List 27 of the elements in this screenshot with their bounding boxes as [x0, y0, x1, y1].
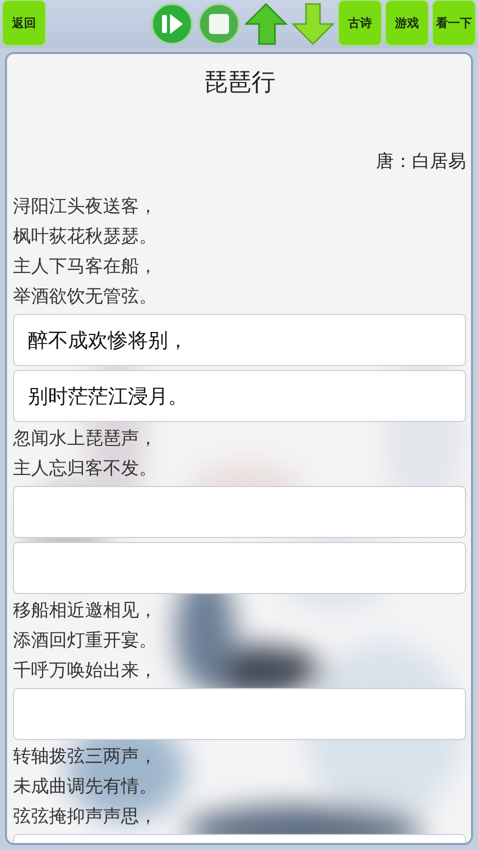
poem-line: 举酒欲饮无管弦。 — [13, 285, 157, 309]
nav-button[interactable]: 游戏 — [385, 0, 429, 46]
answer-field[interactable] — [13, 688, 466, 740]
poem-line: 浔阳江头夜送客， — [13, 195, 157, 219]
answer-field[interactable] — [13, 542, 466, 594]
answer-field[interactable]: 别时茫茫江浸月。 — [13, 370, 466, 422]
poem-line: 移船相近邀相见， — [13, 599, 157, 623]
poem-line: 千呼万唤始出来， — [13, 659, 157, 683]
poem-line: 忽闻水上琵琶声， — [13, 427, 157, 451]
answer-field[interactable] — [13, 486, 466, 538]
poem-line: 主人下马客在船， — [13, 255, 157, 279]
poem-line: 枫叶荻花秋瑟瑟。 — [13, 225, 157, 249]
poem-line: 未成曲调先有情。 — [13, 775, 157, 799]
stop-icon[interactable] — [197, 2, 241, 46]
answer-field[interactable]: 醉不成欢惨将别， — [13, 314, 466, 366]
nav-button[interactable]: 看一下 — [432, 0, 476, 46]
back-button[interactable]: 返回 — [2, 0, 46, 46]
poem-line: 弦弦掩抑声声思， — [13, 805, 157, 829]
poem-author: 唐：白居易 — [375, 150, 466, 174]
nav-button[interactable]: 古诗 — [338, 0, 382, 46]
play-icon[interactable] — [150, 2, 194, 46]
poem-line: 主人忘归客不发。 — [13, 457, 157, 481]
poem-title: 琵琶行 — [202, 67, 276, 98]
up-arrow-icon[interactable] — [244, 2, 288, 46]
down-arrow-icon[interactable] — [291, 2, 335, 46]
poem-line: 转轴拨弦三两声， — [13, 745, 157, 769]
poem-line: 添酒回灯重开宴。 — [13, 629, 157, 653]
